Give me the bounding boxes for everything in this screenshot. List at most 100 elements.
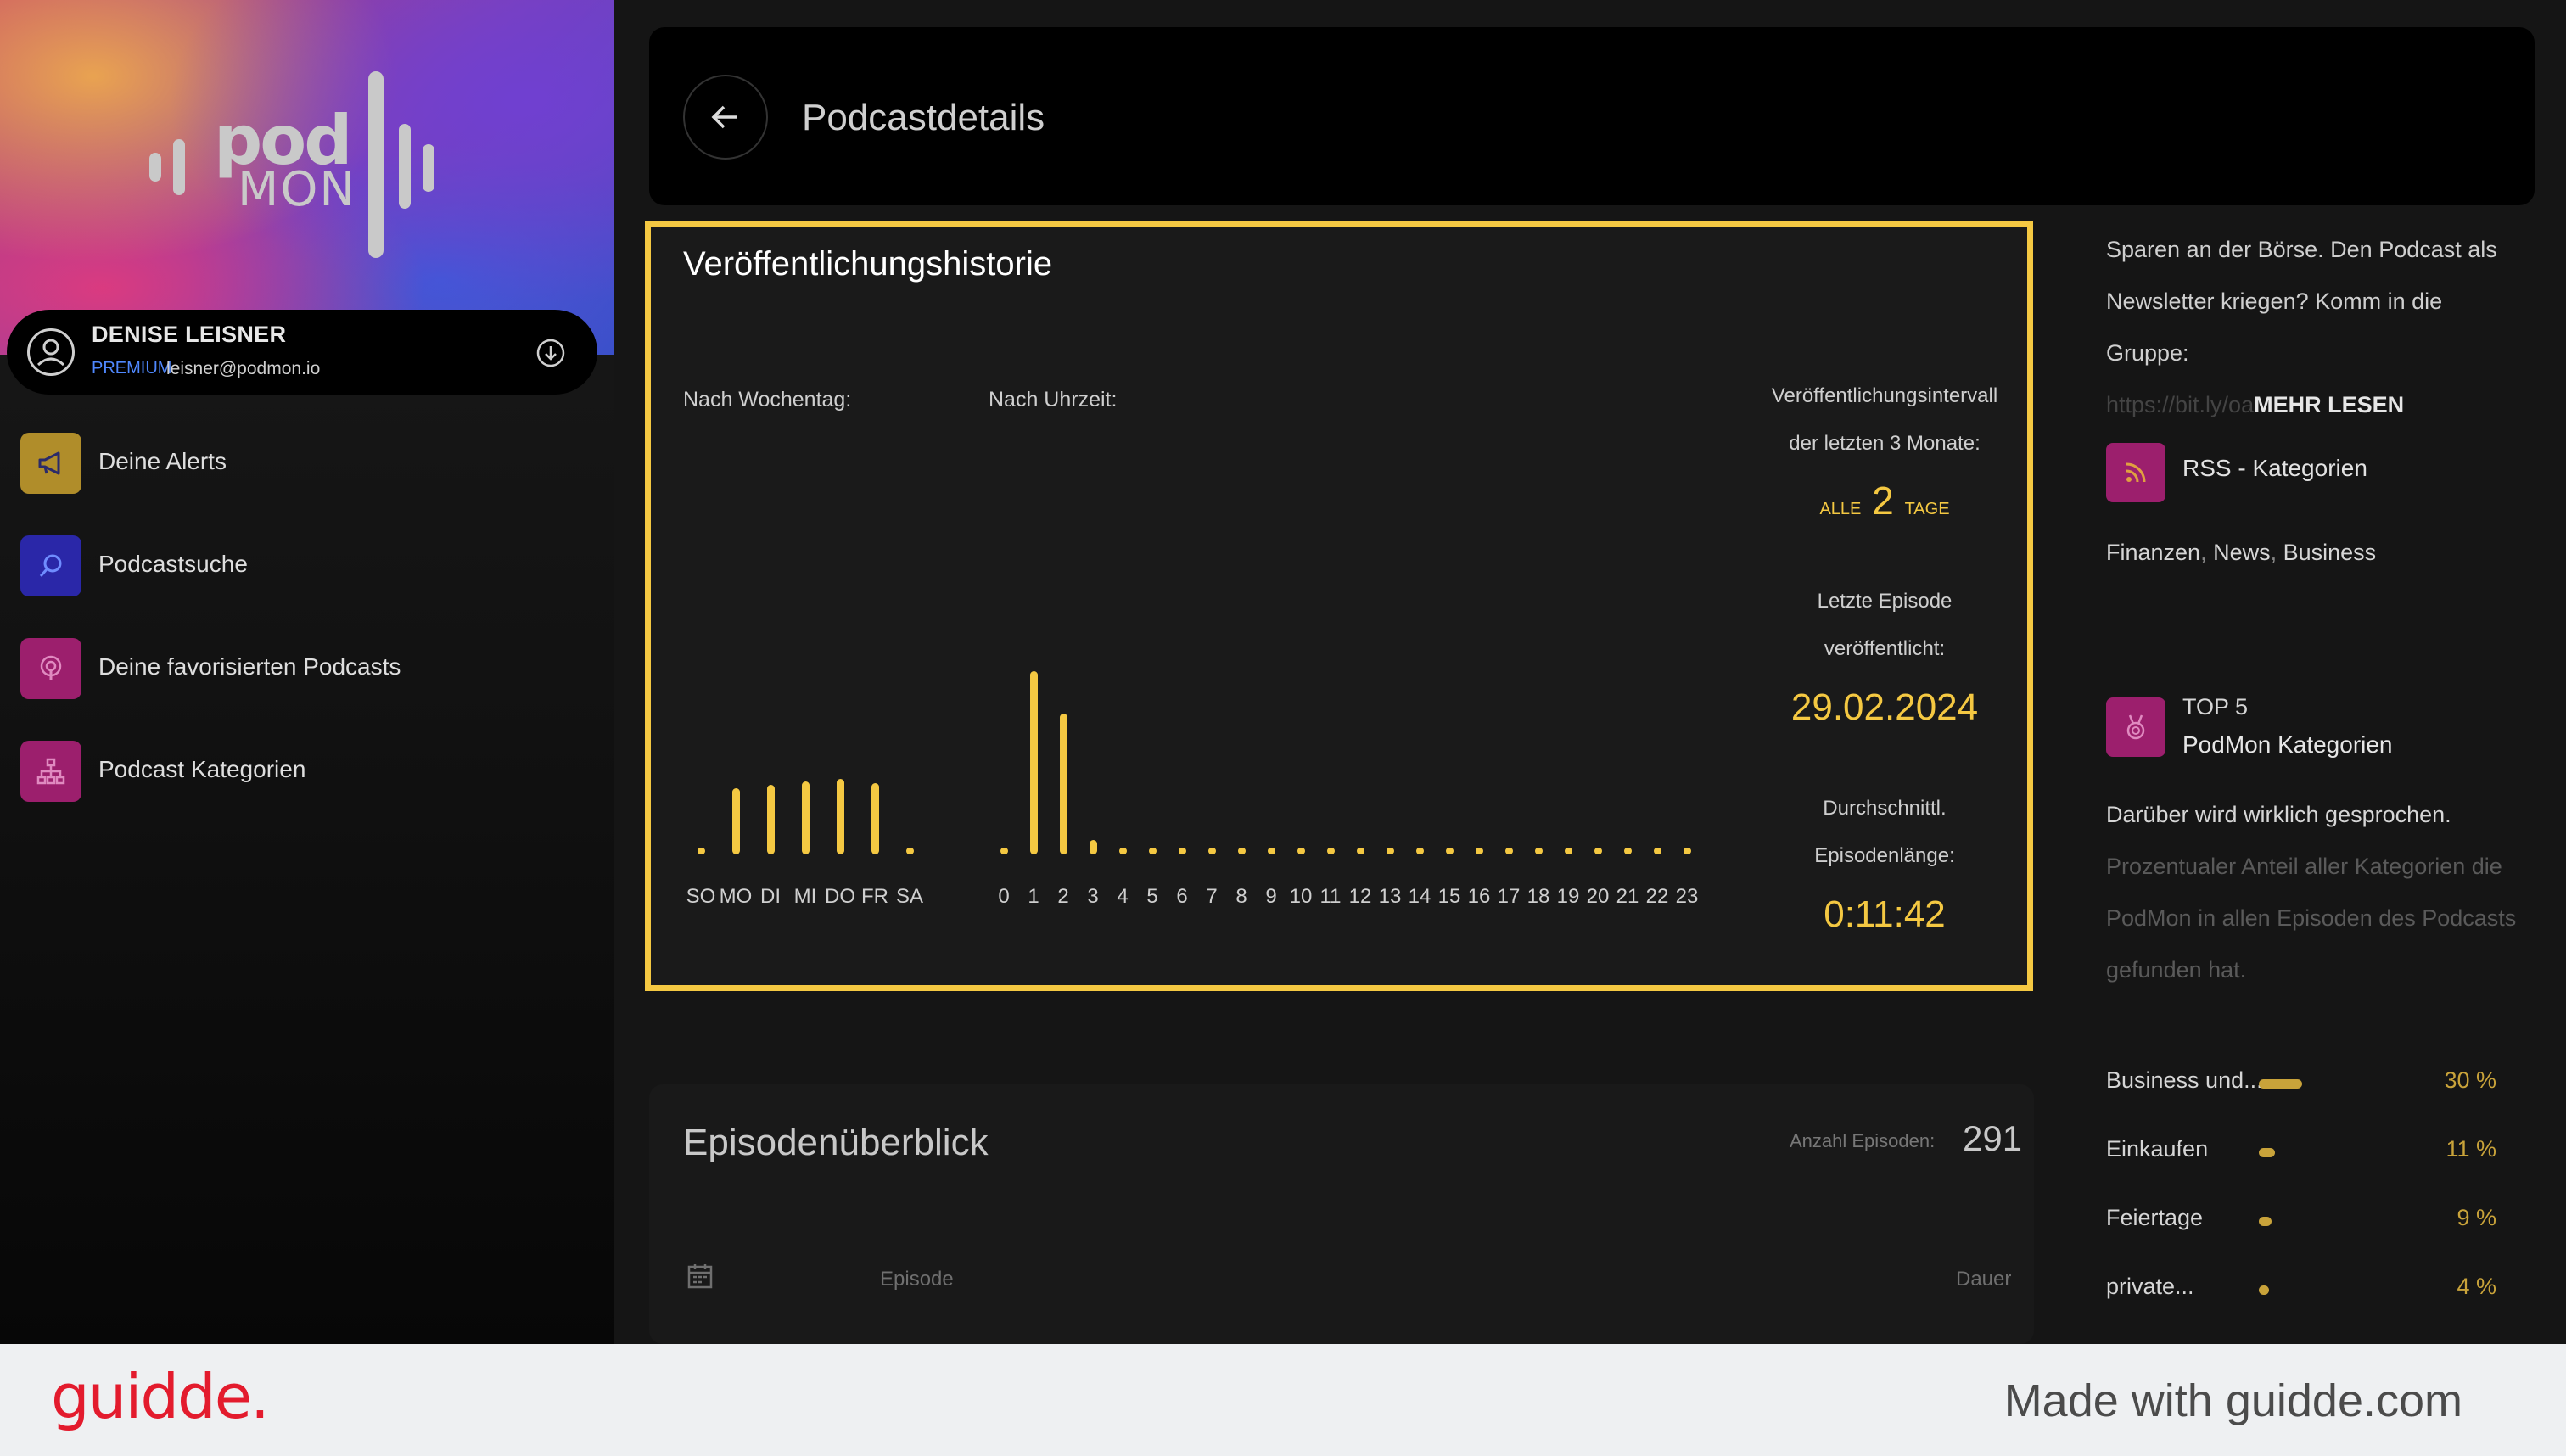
category-percent: 4 %: [2457, 1274, 2496, 1299]
weekday-bar: [906, 848, 914, 854]
hour-tick-label: 13: [1378, 885, 1402, 908]
guidde-logo: guidde.: [51, 1361, 270, 1432]
weekday-tick-label: DO: [825, 885, 855, 908]
nav-item-search[interactable]: Podcastsuche: [20, 535, 580, 596]
column-header-duration[interactable]: Dauer: [1956, 1268, 2011, 1291]
weekday-tick-label: SO: [686, 885, 716, 908]
hour-bar: [1297, 848, 1305, 854]
hour-bar: [1238, 848, 1246, 854]
hour-bar: [1505, 848, 1513, 854]
description-link[interactable]: https://bit.ly/oa: [2106, 392, 2254, 417]
category-bar: [2259, 1217, 2272, 1226]
nav-label-alerts: Deine Alerts: [98, 448, 227, 474]
hour-bar: [1476, 848, 1483, 854]
hour-bar: [1535, 848, 1543, 854]
nav-item-favorites[interactable]: Deine favorisierten Podcasts: [20, 638, 580, 699]
last-episode-label-2: veröffentlicht:: [1824, 637, 1946, 660]
category-percent: 11 %: [2446, 1136, 2496, 1162]
avg-length-value: 0:11:42: [1824, 893, 1946, 935]
hour-tick-label: 14: [1408, 885, 1431, 908]
episode-count: 291: [1963, 1118, 2023, 1158]
sidebar-banner: pod MON: [0, 0, 614, 355]
sidebar: pod MON DENISE LEISNER PREMIUM leisner@p…: [0, 0, 614, 1344]
medal-icon: [2106, 697, 2165, 757]
user-email: leisner@podmon.io: [166, 359, 321, 378]
search-icon: [20, 535, 81, 596]
hour-bar: [1684, 848, 1691, 854]
hour-tick-label: 22: [1645, 885, 1669, 908]
hour-bar: [1357, 848, 1364, 854]
interval-label-1: Veröffentlichungsintervall: [1771, 384, 1998, 407]
hour-bar: [1654, 848, 1661, 854]
hour-bar: [1327, 848, 1335, 854]
hour-bar: [1119, 848, 1127, 854]
hour-tick-label: 23: [1675, 885, 1699, 908]
rss-categories-title: RSS - Kategorien: [2182, 455, 2367, 481]
hour-tick-label: 4: [1117, 885, 1129, 908]
hour-chart-label: Nach Uhrzeit:: [989, 388, 1118, 412]
back-button[interactable]: [683, 75, 768, 160]
publication-history-title: Veröffentlichungshistorie: [683, 245, 1053, 283]
user-avatar-icon: [27, 328, 75, 376]
hour-bar: [1060, 713, 1067, 854]
category-bar: [2259, 1148, 2275, 1157]
category-row: Feiertage 9 %: [2106, 1205, 2496, 1239]
hour-tick-label: 9: [1265, 885, 1277, 908]
category-row: Business und... 30 %: [2106, 1067, 2496, 1101]
megaphone-icon: [20, 433, 81, 494]
top5-desc-line: gefunden hat.: [2106, 957, 2247, 983]
publication-history-card: Veröffentlichungshistorie Nach Wochentag…: [645, 221, 2033, 991]
hour-bar: [1208, 848, 1216, 854]
calendar-icon[interactable]: [686, 1263, 714, 1290]
weekday-tick-label: FR: [861, 885, 888, 908]
made-with-text: Made with guidde.com: [2003, 1375, 2462, 1426]
hour-tick-label: 5: [1146, 885, 1158, 908]
nav-label-favorites: Deine favorisierten Podcasts: [98, 653, 401, 680]
avg-length-label-2: Episodenlänge:: [1814, 844, 1955, 867]
podcast-description: Sparen an der Börse. Den Podcast als New…: [2106, 224, 2530, 431]
category-row: private... 4 %: [2106, 1274, 2496, 1308]
description-line: Sparen an der Börse. Den Podcast als: [2106, 237, 2497, 262]
read-more-link[interactable]: MEHR LESEN: [2254, 392, 2404, 417]
hour-tick-label: 3: [1087, 885, 1099, 908]
hour-bar: [1149, 848, 1157, 854]
hour-tick-label: 21: [1616, 885, 1639, 908]
chevron-down-circle-icon[interactable]: [536, 339, 565, 367]
episode-overview-card: Episodenüberblick Anzahl Episoden: 291 E…: [649, 1084, 2034, 1344]
hour-bar: [1446, 848, 1454, 854]
hour-tick-label: 12: [1348, 885, 1372, 908]
weekday-tick-label: DI: [760, 885, 781, 908]
nav-label-search: Podcastsuche: [98, 551, 248, 577]
column-header-episode[interactable]: Episode: [880, 1268, 954, 1291]
hour-bar: [1268, 848, 1275, 854]
weekday-bar: [871, 782, 879, 854]
user-profile-pill[interactable]: DENISE LEISNER PREMIUM leisner@podmon.io: [7, 310, 597, 395]
description-line: Newsletter kriegen? Komm in die Gruppe:: [2106, 288, 2443, 366]
avg-length-label-1: Durchschnittl.: [1823, 797, 1947, 820]
hour-tick-label: 1: [1028, 885, 1039, 908]
weekday-bar: [732, 788, 740, 854]
nav-item-alerts[interactable]: Deine Alerts: [20, 433, 580, 494]
episode-overview-title: Episodenüberblick: [683, 1122, 989, 1163]
last-episode-value: 29.02.2024: [1790, 686, 1979, 728]
podcast-icon: [20, 638, 81, 699]
top5-description: Darüber wird wirklich gesprochen. Prozen…: [2106, 789, 2530, 996]
nav-item-categories[interactable]: Podcast Kategorien: [20, 741, 580, 802]
weekday-bar: [698, 848, 705, 854]
nav-label-categories: Podcast Kategorien: [98, 756, 306, 782]
rss-icon: [2106, 443, 2165, 502]
rss-category: Finanzen: [2106, 540, 2201, 565]
hour-bar: [1416, 848, 1424, 854]
last-episode-label-1: Letzte Episode: [1817, 590, 1953, 613]
hour-bar: [1565, 848, 1572, 854]
hour-tick-label: 7: [1206, 885, 1218, 908]
category-label: private...: [2106, 1274, 2194, 1299]
top5-desc-line: Darüber wird wirklich gesprochen.: [2106, 802, 2451, 827]
header-bar: Podcastdetails: [649, 27, 2535, 205]
arrow-left-icon: [711, 105, 737, 129]
hour-bar: [1387, 848, 1394, 854]
weekday-tick-label: MI: [793, 885, 817, 908]
weekday-chart-label: Nach Wochentag:: [683, 388, 852, 412]
weekday-tick-label: MO: [719, 885, 753, 908]
hour-bar: [1000, 848, 1008, 854]
